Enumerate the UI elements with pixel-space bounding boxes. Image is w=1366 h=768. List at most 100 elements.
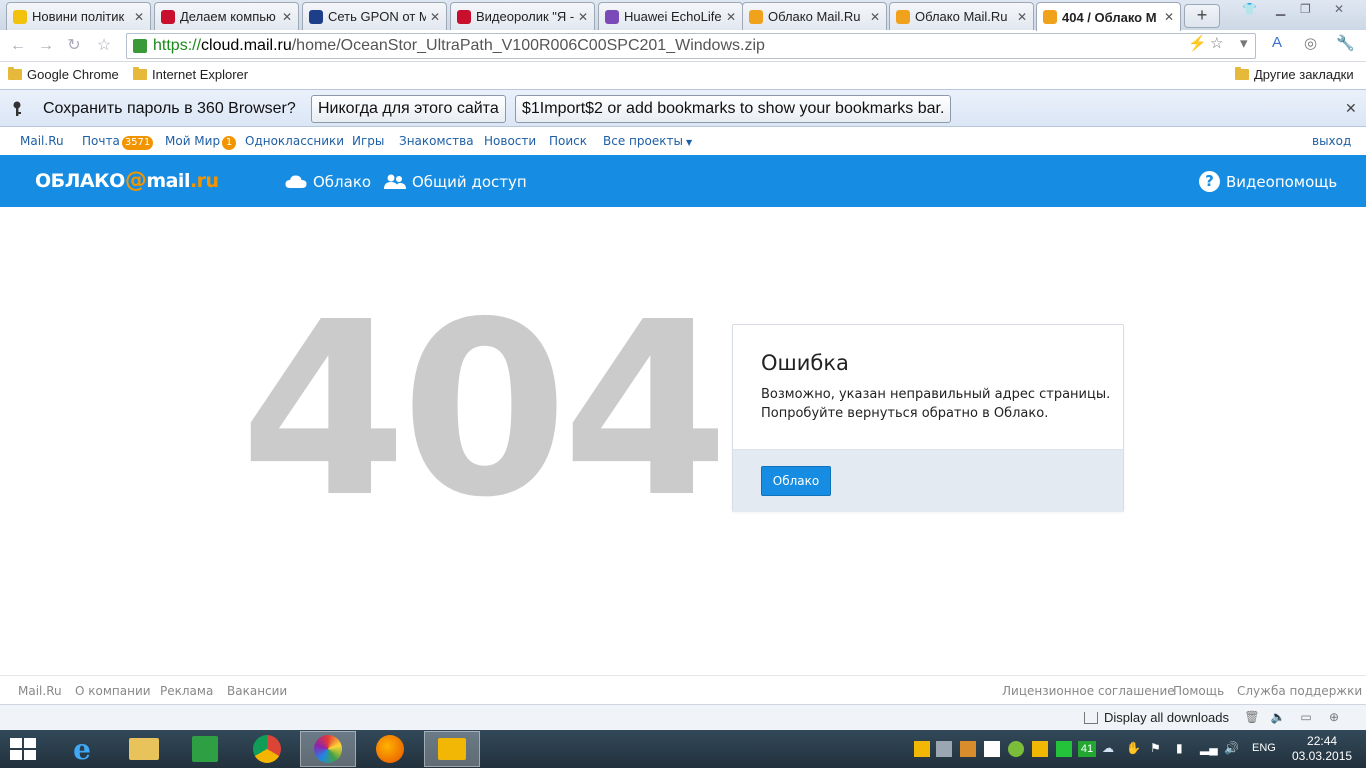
tab-6[interactable]: Облако Mail.Ru ✕ [889,2,1034,30]
tray-check-icon[interactable] [984,741,1000,757]
wrench-icon[interactable]: 🔧 [1336,34,1355,52]
sound-icon[interactable]: 🔈 [1270,710,1286,724]
media-player-icon[interactable] [424,731,480,767]
chat-icon[interactable]: ◎ [1304,34,1317,52]
dropdown-icon[interactable]: ▾ [1240,34,1248,52]
translate-icon[interactable]: A [1272,34,1282,51]
tab-2[interactable]: Сеть GPON от М ✕ [302,2,447,30]
360-browser-icon[interactable] [300,731,356,767]
tab-close-icon[interactable]: ✕ [726,10,736,24]
nav-cloud[interactable]: Облако [285,173,371,191]
tab-close-icon[interactable]: ✕ [282,10,292,24]
tab-close-icon[interactable]: ✕ [430,10,440,24]
display-all-downloads[interactable]: Display all downloads [1084,710,1229,725]
back-to-cloud-button[interactable]: Облако [761,466,831,496]
footer-link[interactable]: Реклама [160,684,213,698]
new-tab-button[interactable]: + [1184,4,1220,28]
cloud-mailru-logo[interactable]: ОБЛАКО@mail.ru [35,168,219,193]
footer-link[interactable]: Вакансии [227,684,287,698]
import-bookmarks-button[interactable]: $1Import$2 or add bookmarks to show your… [515,95,952,123]
footer-link[interactable]: Лицензионное соглашение [1002,684,1175,698]
tab-0[interactable]: Новини політик ✕ [6,2,151,30]
minimize-icon[interactable]: ▁ [1276,2,1285,16]
close-window-icon[interactable]: ✕ [1334,2,1344,16]
portal-link-ok[interactable]: Одноклассники [245,134,344,148]
tray-hand-icon[interactable]: ✋ [1126,741,1142,757]
tab-favicon-icon [605,9,619,24]
internet-explorer-icon[interactable]: e [54,731,110,767]
infobar-message: Сохранить пароль в 360 Browser? [43,100,296,117]
tab-close-icon[interactable]: ✕ [134,10,144,24]
tray-shield-icon[interactable] [1008,741,1024,757]
tab-title: Делаем компью [180,9,276,24]
bookmark-folder[interactable]: Internet Explorer [133,67,248,82]
language-indicator[interactable]: ENG [1252,742,1276,754]
file-explorer-icon[interactable] [116,731,172,767]
nav-shared[interactable]: Общий доступ [384,173,527,191]
tab-close-icon[interactable]: ✕ [1017,10,1027,24]
tab-3[interactable]: Видеоролик "Я - ✕ [450,2,595,30]
onedrive-icon[interactable]: ☁ [1102,741,1118,757]
folder-icon [133,67,147,80]
tab-close-icon[interactable]: ✕ [578,10,588,24]
tray-app-icon[interactable] [914,741,930,757]
tab-title: 404 / Облако М [1062,9,1157,25]
zoom-icon[interactable]: ⊕ [1326,710,1342,724]
forward-icon[interactable]: → [36,36,56,56]
download-icon [1084,711,1098,724]
portal-link-mail[interactable]: Почта 3571 [82,134,154,150]
screen-icon[interactable]: ▭ [1298,710,1314,724]
tab-close-icon[interactable]: ✕ [1164,10,1174,24]
tray-bing-icon[interactable] [1032,741,1048,757]
footer-link[interactable]: Служба поддержки [1237,684,1362,698]
address-bar[interactable]: https://cloud.mail.ru/home/OceanStor_Ult… [126,33,1256,59]
portal-link-label: Мой Мир [165,134,221,148]
shirt-icon[interactable]: 👕 [1242,2,1257,16]
action-center-flag-icon[interactable]: ⚑ [1150,741,1166,757]
tray-fox-icon[interactable] [960,741,976,757]
portal-link-mailru[interactable]: Mail.Ru [20,134,64,148]
video-help-link[interactable]: ? Видеопомощь [1199,171,1337,192]
logout-link[interactable]: выход [1312,134,1351,148]
restore-icon[interactable]: ❐ [1300,2,1311,16]
trash-icon[interactable]: 🗑 [1244,710,1260,724]
portal-link-all-projects[interactable]: Все проекты ▼ [603,134,692,148]
bookmark-folder[interactable]: Google Chrome [8,67,119,82]
volume-icon[interactable]: 🔊 [1224,741,1240,757]
error-title: Ошибка [761,351,849,375]
never-for-site-button[interactable]: Никогда для этого сайта [311,95,506,123]
windows-start-icon[interactable] [10,738,38,762]
tab-4[interactable]: Huawei EchoLife ✕ [598,2,743,30]
portal-link-search[interactable]: Поиск [549,134,587,148]
bookmark-star-icon[interactable]: ☆ [1210,34,1223,52]
tray-counter[interactable]: 41 [1078,741,1096,757]
back-icon[interactable]: ← [8,36,28,56]
footer-link[interactable]: Mail.Ru [18,684,62,698]
portal-link-dating[interactable]: Знакомства [399,134,474,148]
portal-link-news[interactable]: Новости [484,134,536,148]
portal-link-games[interactable]: Игры [352,134,384,148]
tray-green-icon[interactable] [1056,741,1072,757]
battery-icon[interactable]: ▮ [1176,741,1192,757]
tab-1[interactable]: Делаем компью ✕ [154,2,299,30]
chrome-icon[interactable] [239,731,295,767]
save-password-infobar: Сохранить пароль в 360 Browser? Никогда … [0,89,1366,127]
portal-link-mymir[interactable]: Мой Мир 1 [165,134,237,150]
firefox-icon[interactable] [362,731,418,767]
reload-icon[interactable]: ↻ [64,36,84,56]
footer-link[interactable]: Помощь [1173,684,1224,698]
footer-link[interactable]: О компании [75,684,151,698]
tab-close-icon[interactable]: ✕ [870,10,880,24]
tab-title: Новини політик [32,9,125,24]
tab-7-active[interactable]: 404 / Облако М ✕ [1036,2,1181,31]
other-bookmarks[interactable]: Другие закладки [1235,67,1354,82]
tab-5[interactable]: Облако Mail.Ru ✕ [742,2,887,30]
star-icon[interactable]: ☆ [94,36,114,56]
network-icon[interactable]: ▂▄ [1200,741,1218,757]
clock[interactable]: 22:44 03.03.2015 [1292,734,1352,764]
infobar-close-icon[interactable]: ✕ [1345,100,1357,117]
tab-favicon-icon [13,9,27,24]
tray-display-icon[interactable] [936,741,952,757]
store-icon[interactable] [177,731,233,767]
lightning-icon[interactable]: ⚡ [1188,34,1207,52]
